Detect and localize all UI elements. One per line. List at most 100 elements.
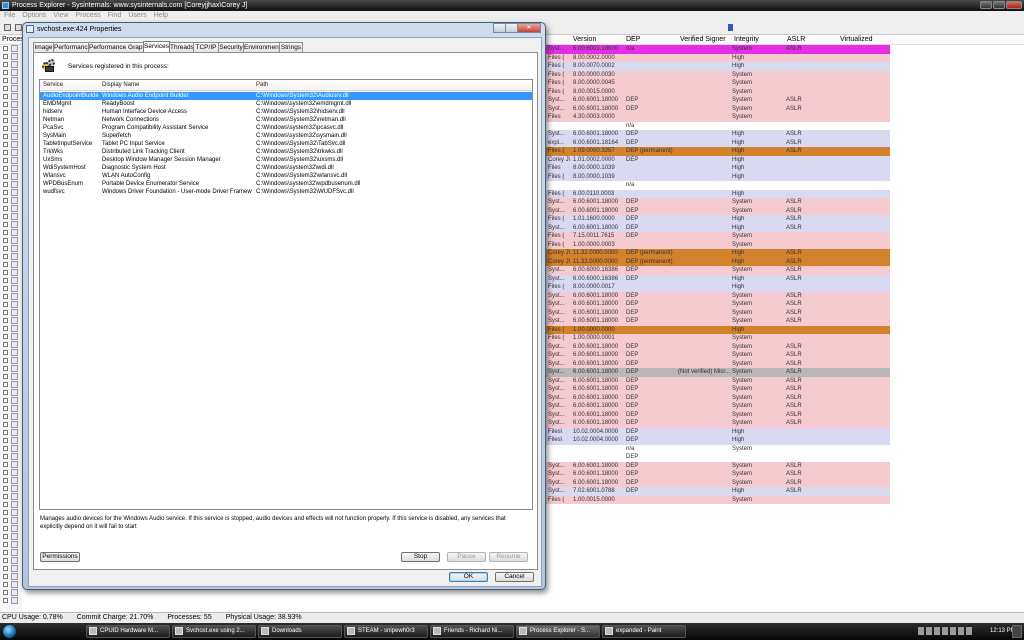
taskbar-button[interactable]: CPUID Hardware M... — [86, 625, 170, 638]
column-virtualized[interactable]: Virtualized — [840, 36, 873, 44]
process-tree-row[interactable] — [0, 325, 22, 333]
process-tree-row[interactable] — [0, 309, 22, 317]
process-tree-row[interactable] — [0, 357, 22, 365]
process-row[interactable]: Corey J\ 11.32.0000.0000 DEP (permanent) Hi… — [546, 249, 890, 258]
process-tree-row[interactable] — [0, 213, 22, 221]
process-row[interactable]: Syst... 6.00.6001.18000 DEP System ASLR — [546, 104, 890, 113]
process-tree-row[interactable] — [0, 285, 22, 293]
process-tree-row[interactable] — [0, 365, 22, 373]
expand-toggle-icon[interactable] — [3, 46, 8, 51]
tray-icon[interactable] — [958, 627, 964, 635]
expand-toggle-icon[interactable] — [3, 54, 8, 59]
process-tree-row[interactable] — [0, 589, 22, 597]
expand-toggle-icon[interactable] — [3, 166, 8, 171]
expand-toggle-icon[interactable] — [3, 374, 8, 379]
process-tree-row[interactable] — [0, 269, 22, 277]
process-row[interactable]: Syst... 6.00.6001.18000 DEP System ASLR — [546, 291, 890, 300]
service-row[interactable]: TrkWks Distributed Link Tracking Client C:… — [40, 148, 532, 156]
pause-button[interactable]: Pause — [447, 552, 486, 562]
process-row[interactable]: Syst... 6.00.6001.18000 n/a System ASLR — [546, 45, 890, 54]
taskbar-button[interactable]: Friends - Richard Ni... — [430, 625, 514, 638]
process-row[interactable]: Files (8.00.0000.0030 System — [546, 70, 890, 79]
process-tree-row[interactable] — [0, 429, 22, 437]
service-row[interactable]: SysMain Superfetch C:\Windows\system32\sys… — [40, 132, 532, 140]
process-row[interactable]: Files\ 10.02.0004.0000 DEP High — [546, 427, 890, 436]
process-tree-row[interactable] — [0, 85, 22, 93]
expand-toggle-icon[interactable] — [3, 486, 8, 491]
expand-toggle-icon[interactable] — [3, 158, 8, 163]
process-tree-row[interactable] — [0, 509, 22, 517]
process-tree-row[interactable] — [0, 141, 22, 149]
service-row[interactable]: Netman Network Connections C:\Windows\Syst… — [40, 116, 532, 124]
expand-toggle-icon[interactable] — [3, 190, 8, 195]
process-tree-row[interactable] — [0, 133, 22, 141]
process-tree-row[interactable] — [0, 253, 22, 261]
process-tree-row[interactable] — [0, 349, 22, 357]
process-row[interactable]: Syst... 7.02.6001.0788 DEP High ASLR — [546, 487, 890, 496]
expand-toggle-icon[interactable] — [3, 118, 8, 123]
process-row[interactable]: Syst... 6.00.6000.16386 DEP System ASLR — [546, 266, 890, 275]
taskbar-button[interactable]: expanded - Paint — [602, 625, 686, 638]
expand-toggle-icon[interactable] — [3, 222, 8, 227]
process-tree-row[interactable] — [0, 501, 22, 509]
expand-toggle-icon[interactable] — [3, 470, 8, 475]
process-tree-row[interactable] — [0, 77, 22, 85]
process-tree-row[interactable] — [0, 205, 22, 213]
expand-toggle-icon[interactable] — [3, 590, 8, 595]
expand-toggle-icon[interactable] — [3, 542, 8, 547]
expand-toggle-icon[interactable] — [3, 510, 8, 515]
tray-icon[interactable] — [934, 627, 940, 635]
process-tree-row[interactable] — [0, 173, 22, 181]
expand-toggle-icon[interactable] — [3, 342, 8, 347]
process-row[interactable]: DEP — [546, 453, 890, 462]
main-window-titlebar[interactable]: Process Explorer - Sysinternals: www.sys… — [0, 0, 1024, 11]
stop-button[interactable]: Stop — [401, 552, 440, 562]
process-tree-row[interactable] — [0, 61, 22, 69]
process-tree-row[interactable] — [0, 221, 22, 229]
expand-toggle-icon[interactable] — [3, 358, 8, 363]
expand-toggle-icon[interactable] — [3, 150, 8, 155]
header-service[interactable]: Service — [43, 82, 63, 88]
process-row[interactable]: Files (1.00.0000.0001 System — [546, 334, 890, 343]
header-display-name[interactable]: Display Name — [102, 82, 139, 88]
expand-toggle-icon[interactable] — [3, 454, 8, 459]
menu-view[interactable]: View — [53, 11, 68, 21]
process-row[interactable]: Files (7.15.0011.7615 DEP System — [546, 232, 890, 241]
process-row[interactable]: Files (1.01.1600.0000 DEP High ASLR — [546, 215, 890, 224]
process-tree-row[interactable] — [0, 237, 22, 245]
expand-toggle-icon[interactable] — [3, 126, 8, 131]
ok-button[interactable]: OK — [449, 572, 488, 582]
process-row[interactable]: Syst... 6.00.6001.18000 DEP System ASLR — [546, 96, 890, 105]
taskbar-button[interactable]: Downloads — [258, 625, 342, 638]
process-tree-row[interactable] — [0, 573, 22, 581]
expand-toggle-icon[interactable] — [3, 206, 8, 211]
expand-toggle-icon[interactable] — [3, 518, 8, 523]
column-aslr[interactable]: ASLR — [787, 36, 805, 44]
expand-toggle-icon[interactable] — [3, 414, 8, 419]
process-row[interactable]: Syst... 6.00.6001.18000 DEP System ASLR — [546, 470, 890, 479]
expand-toggle-icon[interactable] — [3, 566, 8, 571]
maximize-button[interactable] — [993, 1, 1005, 9]
process-tree-row[interactable] — [0, 397, 22, 405]
column-version[interactable]: Version — [573, 36, 596, 44]
service-row[interactable]: hidserv Human Interface Device Access C:\W… — [40, 108, 532, 116]
process-tree-row[interactable] — [0, 389, 22, 397]
process-tree-row[interactable] — [0, 581, 22, 589]
expand-toggle-icon[interactable] — [3, 390, 8, 395]
menu-process[interactable]: Process — [75, 11, 100, 21]
expand-toggle-icon[interactable] — [3, 366, 8, 371]
expand-toggle-icon[interactable] — [3, 214, 8, 219]
process-row[interactable]: Syst... 6.00.6001.18000 DEP System ASLR — [546, 402, 890, 411]
expand-toggle-icon[interactable] — [3, 94, 8, 99]
expand-toggle-icon[interactable] — [3, 86, 8, 91]
process-tree-row[interactable] — [0, 541, 22, 549]
process-row[interactable]: Files (8.00.0000.0045 System — [546, 79, 890, 88]
process-row[interactable]: Syst... 6.00.6001.18000 DEP System ASLR — [546, 359, 890, 368]
process-tree-row[interactable] — [0, 477, 22, 485]
tray-icon[interactable] — [926, 627, 932, 635]
expand-toggle-icon[interactable] — [3, 142, 8, 147]
process-tree-row[interactable] — [0, 101, 22, 109]
expand-toggle-icon[interactable] — [3, 318, 8, 323]
taskbar-button[interactable]: Process Explorer - S... — [516, 625, 600, 638]
process-tree-row[interactable] — [0, 341, 22, 349]
